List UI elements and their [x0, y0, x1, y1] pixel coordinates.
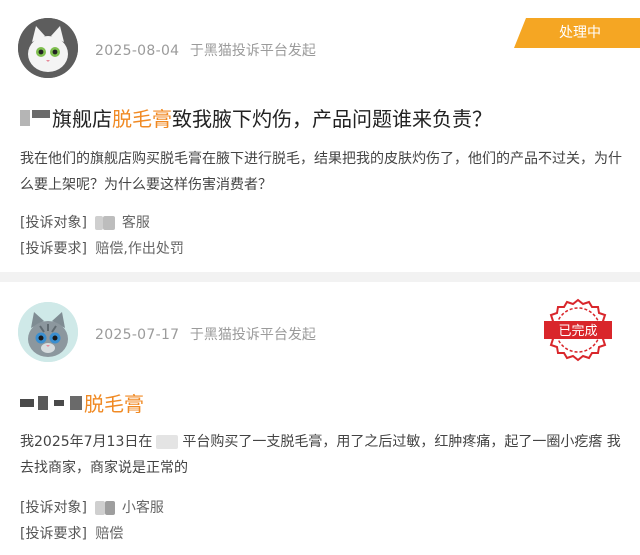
- title-highlight: 脱毛膏: [84, 392, 144, 416]
- field-value: 小客服: [121, 500, 164, 516]
- cat-avatar-icon: [18, 302, 78, 362]
- field-label: [投诉对象]: [20, 500, 87, 516]
- status-badge: 已完成: [558, 324, 597, 339]
- complaint-body: 我2025年7月13日在 平台购买了一支脱毛膏，用了之后过敏，红肿疼痛，起了一圈小…: [20, 429, 628, 481]
- redacted-text: [156, 435, 179, 449]
- field-value: 赔偿: [95, 526, 124, 542]
- redacted-text: [38, 395, 48, 410]
- redacted-text: [20, 398, 34, 407]
- completed-stamp: 已完成: [542, 298, 614, 362]
- complaint-meta: 2025-07-17 于黑猫投诉平台发起: [95, 324, 316, 344]
- body-text: 我2025年7月13日在: [20, 434, 153, 450]
- complaint-title[interactable]: 脱毛膏: [20, 388, 144, 417]
- complaint-card[interactable]: 2025-07-17 于黑猫投诉平台发起 已完成 脱毛膏 我2025年7月13日…: [0, 0, 640, 555]
- field-label: [投诉要求]: [20, 526, 87, 542]
- redacted-text: [105, 501, 116, 515]
- redacted-text: [95, 501, 106, 515]
- complaint-date: 2025-07-17: [95, 327, 180, 343]
- avatar: [18, 302, 78, 362]
- complaint-target: [投诉对象] 小客服: [20, 497, 164, 517]
- complaint-demand: [投诉要求] 赔偿: [20, 523, 123, 543]
- complaint-source: 于黑猫投诉平台发起: [189, 327, 316, 343]
- redacted-text: [54, 399, 64, 406]
- redacted-text: [70, 395, 82, 410]
